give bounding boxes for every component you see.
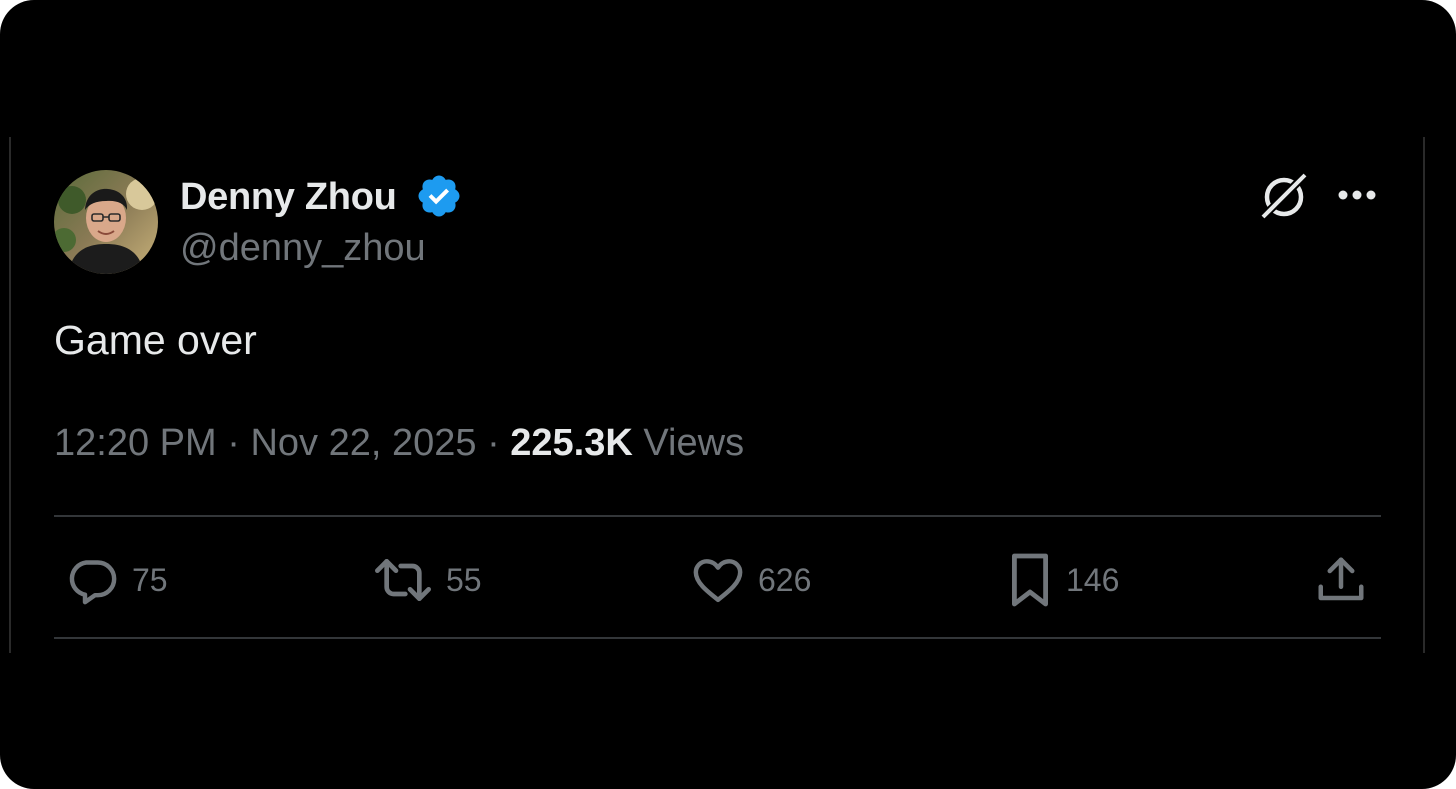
author-name[interactable]: Denny Zhou xyxy=(180,175,397,219)
reply-button[interactable]: 75 xyxy=(64,550,168,610)
retweet-icon xyxy=(375,559,431,601)
divider xyxy=(54,515,1381,517)
left-border xyxy=(9,137,11,653)
reply-icon xyxy=(69,560,117,605)
author-handle[interactable]: @denny_zhou xyxy=(180,225,426,271)
views-label: Views xyxy=(643,422,745,464)
more-options-icon[interactable] xyxy=(1336,180,1378,210)
bookmark-button[interactable]: 146 xyxy=(1006,550,1119,610)
share-button[interactable] xyxy=(1314,550,1368,610)
divider xyxy=(54,637,1381,639)
tweet-text: Game over xyxy=(54,317,257,363)
retweet-button[interactable]: 55 xyxy=(372,550,482,610)
reply-count: 75 xyxy=(132,561,168,598)
grok-icon[interactable] xyxy=(1258,170,1310,222)
heart-icon xyxy=(693,559,743,603)
bookmark-icon xyxy=(1012,553,1048,607)
share-icon xyxy=(1318,557,1364,601)
meta-separator: · xyxy=(227,422,240,464)
meta-separator: · xyxy=(487,422,500,464)
retweet-count: 55 xyxy=(446,561,482,598)
tweet-time[interactable]: 12:20 PM xyxy=(54,422,217,464)
avatar[interactable] xyxy=(54,170,158,274)
tweet-date[interactable]: Nov 22, 2025 xyxy=(250,422,476,464)
like-button[interactable]: 626 xyxy=(690,550,811,610)
bookmark-count: 146 xyxy=(1066,561,1120,598)
tweet-screenshot-frame: Denny Zhou @denny_zhou Game over 12:20 P… xyxy=(0,0,1456,789)
like-count: 626 xyxy=(758,561,812,598)
verified-badge-icon xyxy=(418,175,460,217)
tweet-meta: 12:20 PM · Nov 22, 2025 · 225.3K Views xyxy=(54,418,744,468)
views-count[interactable]: 225.3K xyxy=(510,422,633,464)
right-border xyxy=(1423,137,1425,653)
